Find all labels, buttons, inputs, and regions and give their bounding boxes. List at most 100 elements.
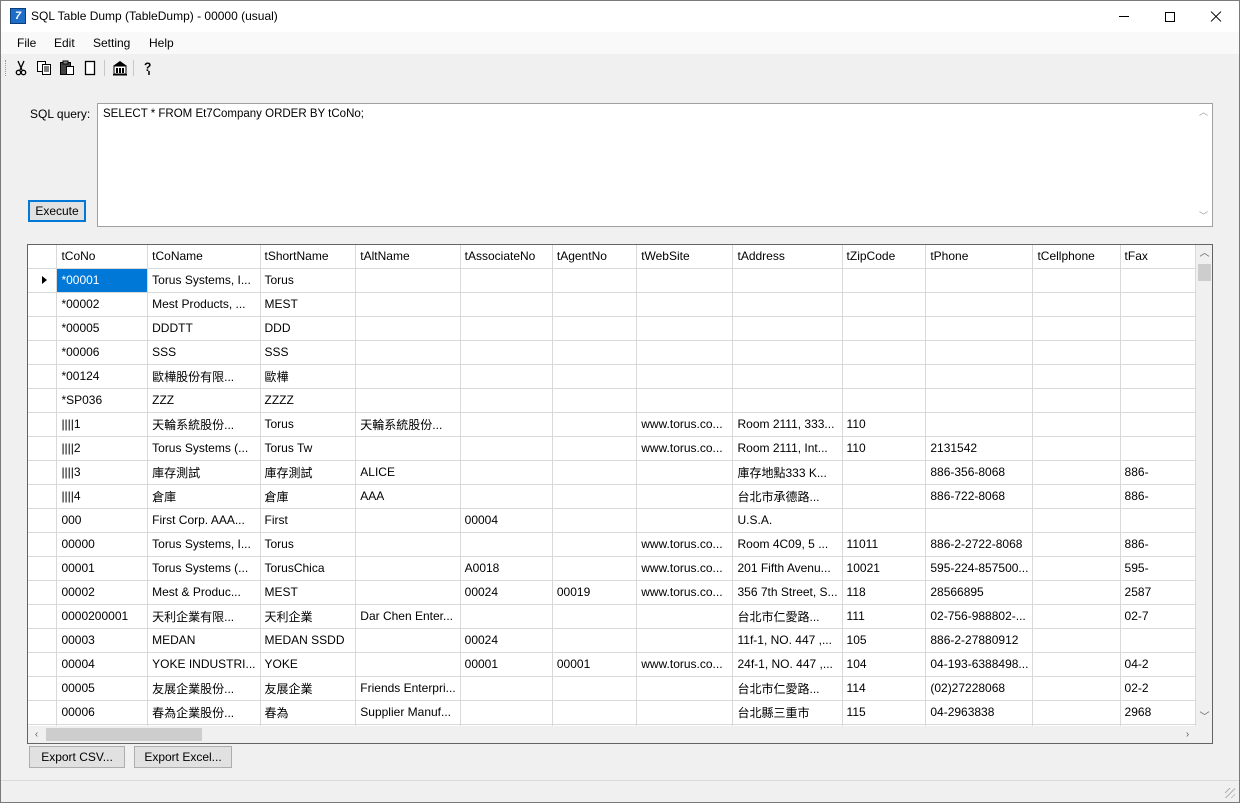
grid-cell[interactable]: 595-224-857500... — [925, 556, 1034, 581]
grid-cell[interactable] — [552, 412, 638, 437]
row-header[interactable] — [28, 364, 58, 389]
table-row[interactable]: 00003 MEDAN MEDAN SSDD 00024 11f-1, NO. 447 … — [28, 628, 1196, 653]
scroll-right-icon[interactable]: › — [1179, 726, 1196, 743]
grid-cell[interactable] — [1120, 292, 1196, 317]
grid-cell[interactable]: 00003 — [56, 628, 149, 653]
grid-cell[interactable]: 庫存測試 — [260, 460, 357, 485]
grid-cell[interactable] — [552, 340, 638, 365]
grid-cell[interactable] — [925, 508, 1034, 533]
horizontal-scroll-thumb[interactable] — [46, 728, 202, 741]
export-csv-button[interactable]: Export CSV... — [29, 746, 125, 768]
grid-cell[interactable]: MEST — [260, 292, 357, 317]
row-header[interactable] — [28, 412, 58, 437]
home-icon[interactable] — [111, 59, 129, 77]
grid-cell[interactable]: 春為企業股份... — [147, 700, 261, 725]
grid-cell[interactable]: 00005 — [56, 676, 149, 701]
grid-cell[interactable]: 天輪系統股份... — [355, 412, 461, 437]
grid-cell[interactable]: 2131542 — [925, 436, 1034, 461]
menu-file[interactable]: File — [17, 36, 36, 50]
grid-cell[interactable] — [732, 316, 843, 341]
grid-cell[interactable]: 886-2-27880912 — [925, 628, 1034, 653]
results-grid[interactable]: tCoNo tCoName tShortName tAltName tAssociate… — [27, 244, 1213, 744]
row-header[interactable] — [28, 628, 58, 653]
grid-cell[interactable] — [636, 676, 734, 701]
grid-cell[interactable]: MEDAN — [147, 628, 261, 653]
grid-cell[interactable] — [460, 388, 553, 413]
grid-cell[interactable]: 00001 — [460, 652, 553, 677]
column-header-tCoNo[interactable]: tCoNo — [56, 245, 149, 269]
row-header[interactable] — [28, 652, 58, 677]
grid-cell[interactable]: 11f-1, NO. 447 ,... — [732, 628, 843, 653]
scroll-down-icon[interactable]: ﹀ — [1196, 709, 1212, 726]
paste-icon[interactable] — [58, 59, 76, 77]
column-header-tPhone[interactable]: tPhone — [925, 245, 1034, 269]
grid-cell[interactable]: MEST — [260, 580, 357, 605]
grid-cell[interactable]: MEDAN SSDD — [260, 628, 357, 653]
grid-cell[interactable]: 00024 — [460, 580, 553, 605]
grid-cell[interactable]: First — [260, 508, 357, 533]
grid-cell[interactable] — [1032, 556, 1121, 581]
grid-cell[interactable]: 歐樺股份有限... — [147, 364, 261, 389]
grid-cell[interactable]: 02-7 — [1120, 604, 1196, 629]
grid-cell[interactable]: 28566895 — [925, 580, 1034, 605]
close-button[interactable] — [1193, 1, 1239, 32]
grid-cell[interactable] — [842, 508, 927, 533]
grid-cell[interactable] — [355, 292, 461, 317]
grid-cell[interactable]: ||||2 — [56, 436, 149, 461]
grid-cell[interactable]: 115 — [842, 700, 927, 725]
grid-cell[interactable]: Torus Systems (... — [147, 436, 261, 461]
grid-cell[interactable] — [552, 268, 638, 293]
grid-cell[interactable]: 886- — [1120, 484, 1196, 509]
grid-cell[interactable] — [842, 460, 927, 485]
grid-cell[interactable]: Torus — [260, 532, 357, 557]
grid-cell[interactable] — [552, 628, 638, 653]
grid-cell[interactable]: 886- — [1120, 532, 1196, 557]
grid-cell[interactable]: 00019 — [552, 580, 638, 605]
vertical-scroll-thumb[interactable] — [1198, 264, 1211, 281]
grid-cell[interactable]: 春為 — [260, 700, 357, 725]
grid-cell[interactable]: Supplier Manuf... — [355, 700, 461, 725]
table-row[interactable]: *SP036 ZZZ ZZZZ — [28, 388, 1196, 413]
table-row[interactable]: *00124 歐樺股份有限... 歐樺 — [28, 364, 1196, 389]
grid-cell[interactable]: Mest Products, ... — [147, 292, 261, 317]
grid-cell[interactable]: DDD — [260, 316, 357, 341]
scroll-up-icon[interactable]: ︿ — [1199, 108, 1208, 117]
grid-cell[interactable] — [355, 316, 461, 341]
grid-cell[interactable] — [1120, 316, 1196, 341]
grid-cell[interactable]: 24f-1, NO. 447 ,... — [732, 652, 843, 677]
grid-cell[interactable]: 356 7th Street, S... — [732, 580, 843, 605]
grid-cell[interactable]: 00001 — [552, 652, 638, 677]
scroll-left-icon[interactable]: ‹ — [28, 726, 45, 743]
row-header[interactable] — [28, 316, 58, 341]
grid-cell[interactable] — [552, 364, 638, 389]
grid-cell[interactable]: 886-2-2722-8068 — [925, 532, 1034, 557]
grid-cell[interactable] — [355, 556, 461, 581]
grid-cell[interactable] — [636, 388, 734, 413]
resize-grip-icon[interactable] — [1225, 788, 1235, 798]
grid-cell[interactable] — [842, 268, 927, 293]
grid-cell[interactable]: 595- — [1120, 556, 1196, 581]
grid-cell[interactable]: Room 2111, 333... — [732, 412, 843, 437]
grid-cell[interactable]: ||||4 — [56, 484, 149, 509]
grid-cell[interactable] — [1120, 364, 1196, 389]
column-header-tAssociateNo[interactable]: tAssociateNo — [460, 245, 553, 269]
grid-cell[interactable]: 2587 — [1120, 580, 1196, 605]
grid-cell[interactable] — [355, 436, 461, 461]
table-row[interactable]: *00005 DDDTT DDD — [28, 316, 1196, 341]
grid-cell[interactable] — [1120, 412, 1196, 437]
grid-cell[interactable] — [355, 652, 461, 677]
grid-cell[interactable] — [1120, 388, 1196, 413]
grid-cell[interactable]: 倉庫 — [260, 484, 357, 509]
grid-cell[interactable] — [460, 292, 553, 317]
sql-query-text[interactable]: SELECT * FROM Et7Company ORDER BY tCoNo; — [103, 108, 364, 120]
grid-cell[interactable] — [842, 364, 927, 389]
grid-cell[interactable] — [1032, 532, 1121, 557]
export-excel-button[interactable]: Export Excel... — [134, 746, 232, 768]
grid-cell[interactable] — [460, 460, 553, 485]
grid-cell[interactable]: 天利企業 — [260, 604, 357, 629]
grid-cell[interactable]: AAA — [355, 484, 461, 509]
grid-cell[interactable] — [636, 268, 734, 293]
grid-cell[interactable]: 886-722-8068 — [925, 484, 1034, 509]
grid-cell[interactable] — [925, 292, 1034, 317]
grid-cell[interactable] — [1120, 628, 1196, 653]
